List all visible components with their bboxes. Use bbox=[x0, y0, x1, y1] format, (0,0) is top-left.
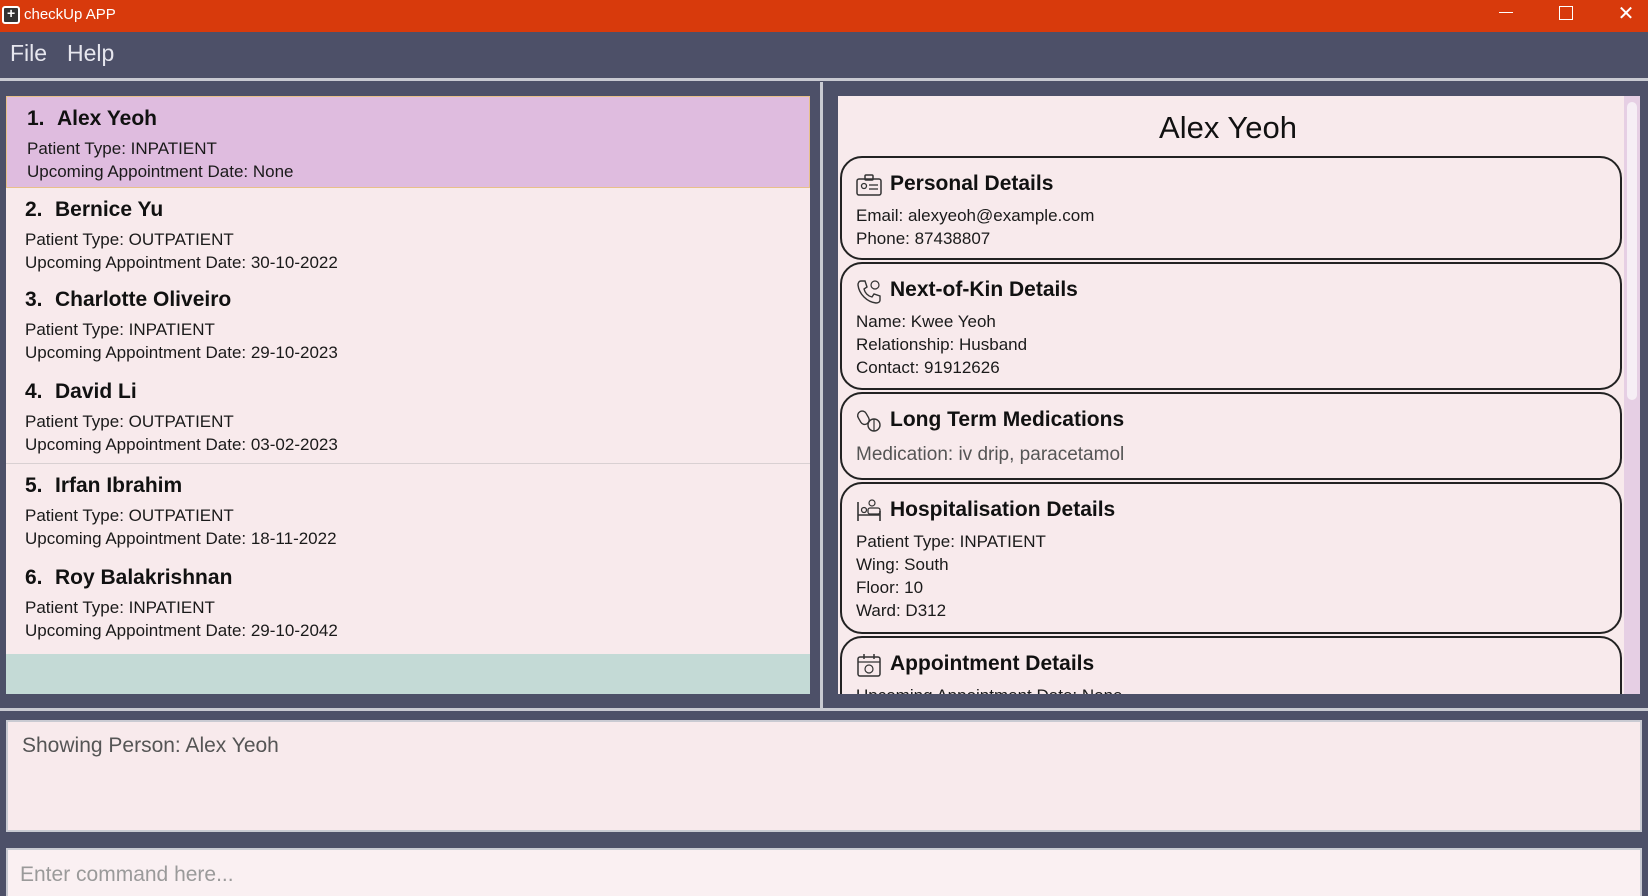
hospitalisation-title: Hospitalisation Details bbox=[890, 498, 1116, 521]
patient-type: Patient Type: INPATIENT bbox=[25, 598, 215, 617]
appointment-title: Appointment Details bbox=[890, 652, 1095, 675]
detail-scrollbar-thumb[interactable] bbox=[1627, 102, 1637, 400]
medication-list: Medication: iv drip, paracetamol bbox=[856, 444, 1125, 465]
list-empty-area bbox=[6, 654, 810, 694]
hospitalisation-card: Hospitalisation Details Patient Type: IN… bbox=[840, 482, 1622, 634]
patient-detail-panel: Alex Yeoh Personal Details Email: alexye… bbox=[838, 96, 1640, 694]
patient-type: Patient Type: OUTPATIENT bbox=[25, 412, 234, 431]
patient-appointment: Upcoming Appointment Date: None bbox=[27, 162, 294, 181]
patient-list-item[interactable]: 4. David Li Patient Type: OUTPATIENT Upco… bbox=[6, 372, 810, 464]
patient-appointment: Upcoming Appointment Date: 18-11-2022 bbox=[25, 529, 337, 548]
phone-icon bbox=[857, 280, 881, 304]
patient-list-item[interactable]: 5. Irfan Ibrahim Patient Type: OUTPATIENT… bbox=[6, 464, 810, 556]
personal-details-card: Personal Details Email: alexyeoh@example… bbox=[840, 156, 1622, 260]
calendar-icon bbox=[857, 654, 881, 677]
window-title: checkUp APP bbox=[24, 6, 116, 23]
patient-type: Patient Type: INPATIENT bbox=[25, 320, 215, 339]
patient-type: Patient Type: OUTPATIENT bbox=[25, 230, 234, 249]
patient-list-item[interactable]: 1. Alex Yeoh Patient Type: INPATIENT Upco… bbox=[6, 96, 810, 188]
patient-name: 1. Alex Yeoh bbox=[27, 107, 157, 130]
menu-file[interactable]: File bbox=[10, 40, 47, 67]
patient-list[interactable]: 1. Alex Yeoh Patient Type: INPATIENT Upco… bbox=[6, 96, 810, 694]
close-button[interactable]: ✕ bbox=[1596, 0, 1648, 32]
menu-help[interactable]: Help bbox=[67, 40, 114, 67]
id-card-icon bbox=[856, 174, 882, 196]
personal-email: Email: alexyeoh@example.com bbox=[856, 206, 1095, 225]
hospital-ward: Ward: D312 bbox=[856, 601, 947, 620]
next-of-kin-card: Next-of-Kin Details Name: Kwee Yeoh Rela… bbox=[840, 262, 1622, 390]
minimize-button[interactable] bbox=[1476, 0, 1536, 32]
patient-list-item[interactable]: 6. Roy Balakrishnan Patient Type: INPATIE… bbox=[6, 556, 810, 648]
hospital-bed-icon bbox=[857, 499, 881, 521]
hospital-patient-type: Patient Type: INPATIENT bbox=[856, 532, 1046, 551]
pills-icon bbox=[856, 410, 881, 432]
hospital-floor: Floor: 10 bbox=[856, 578, 924, 597]
command-input[interactable] bbox=[20, 860, 1620, 890]
app-icon bbox=[2, 5, 20, 24]
kin-contact: Contact: 91912626 bbox=[856, 358, 1000, 377]
patient-name: 5. Irfan Ibrahim bbox=[25, 474, 183, 497]
detail-patient-name: Alex Yeoh bbox=[1159, 110, 1297, 145]
patient-list-item[interactable]: 3. Charlotte Oliveiro Patient Type: INPAT… bbox=[6, 280, 810, 372]
patient-type: Patient Type: INPATIENT bbox=[27, 139, 217, 158]
menu-divider bbox=[0, 78, 1648, 81]
patient-type: Patient Type: OUTPATIENT bbox=[25, 506, 234, 525]
maximize-icon bbox=[1559, 5, 1573, 20]
patient-appointment: Upcoming Appointment Date: 03-02-2023 bbox=[25, 435, 338, 454]
maximize-button[interactable] bbox=[1536, 0, 1596, 32]
patient-name: 6. Roy Balakrishnan bbox=[25, 566, 233, 589]
patient-name: 3. Charlotte Oliveiro bbox=[25, 288, 232, 311]
appointment-card: Appointment Details Upcoming Appointment… bbox=[840, 636, 1622, 694]
appointment-date: Upcoming Appointment Date: None bbox=[856, 686, 1123, 694]
personal-details-title: Personal Details bbox=[890, 172, 1054, 195]
patient-list-item[interactable]: 2. Bernice Yu Patient Type: OUTPATIENT Up… bbox=[6, 188, 810, 280]
panel-divider bbox=[0, 708, 1648, 711]
title-bar: checkUp APP ✕ bbox=[0, 0, 1648, 32]
minimize-icon bbox=[1499, 12, 1513, 14]
medications-card: Long Term Medications Medication: iv dri… bbox=[840, 392, 1622, 480]
personal-phone: Phone: 87438807 bbox=[856, 229, 991, 248]
patient-appointment: Upcoming Appointment Date: 29-10-2042 bbox=[25, 621, 338, 640]
kin-name: Name: Kwee Yeoh bbox=[856, 312, 996, 331]
command-box[interactable] bbox=[6, 848, 1642, 896]
panel-splitter[interactable] bbox=[820, 82, 823, 708]
patient-name: 4. David Li bbox=[25, 380, 137, 403]
hospital-wing: Wing: South bbox=[856, 555, 949, 574]
patient-name: 2. Bernice Yu bbox=[25, 198, 164, 221]
close-icon: ✕ bbox=[1617, 3, 1635, 25]
medications-title: Long Term Medications bbox=[890, 408, 1125, 431]
result-message: Showing Person: Alex Yeoh bbox=[22, 734, 279, 757]
next-of-kin-title: Next-of-Kin Details bbox=[890, 278, 1078, 301]
patient-appointment: Upcoming Appointment Date: 30-10-2022 bbox=[25, 253, 338, 272]
kin-relationship: Relationship: Husband bbox=[856, 335, 1028, 354]
result-display: Showing Person: Alex Yeoh bbox=[6, 720, 1642, 832]
menu-bar: File Help bbox=[0, 32, 1648, 78]
patient-appointment: Upcoming Appointment Date: 29-10-2023 bbox=[25, 343, 338, 362]
